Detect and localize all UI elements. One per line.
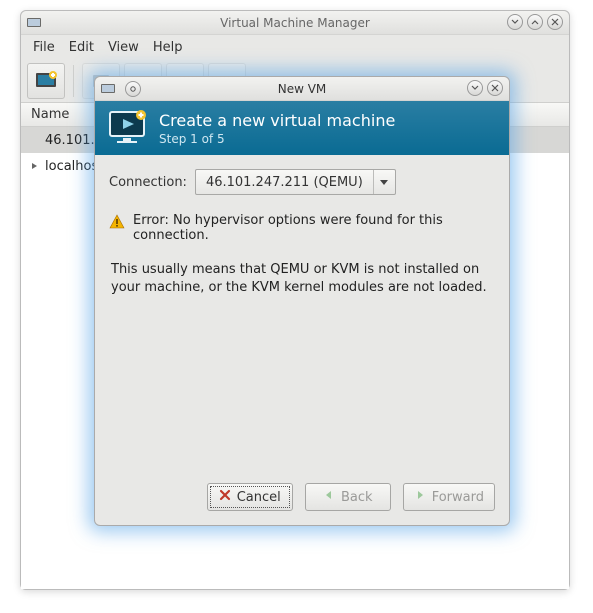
error-text: Error: No hypervisor options were found …	[133, 213, 495, 243]
back-arrow-icon	[323, 489, 335, 505]
app-icon	[101, 83, 115, 95]
main-titlebar: Virtual Machine Manager	[21, 11, 569, 35]
app-icon	[27, 17, 41, 29]
dialog-close-button[interactable]	[487, 80, 503, 96]
connection-label-text: Connection:	[109, 175, 187, 190]
connection-select[interactable]: 46.101.247.211 (QEMU)	[195, 169, 396, 195]
new-vm-dialog: New VM Create a new virtual machine	[94, 76, 510, 526]
wizard-header: Create a new virtual machine Step 1 of 5	[95, 101, 509, 155]
menu-file[interactable]: File	[27, 38, 61, 57]
dialog-actions: Cancel Back Forward	[95, 473, 509, 525]
dialog-minimize-button[interactable]	[467, 80, 483, 96]
back-label: Back	[341, 490, 373, 505]
monitor-icon	[107, 109, 149, 147]
menubar: File Edit View Help	[21, 35, 569, 59]
menu-edit[interactable]: Edit	[63, 38, 100, 57]
warning-icon	[109, 214, 125, 234]
back-button: Back	[305, 483, 391, 511]
dialog-body: Connection: 46.101.247.211 (QEMU) Error:…	[95, 155, 509, 473]
wizard-step: Step 1 of 5	[159, 132, 395, 146]
maximize-button[interactable]	[527, 14, 543, 30]
main-window-title: Virtual Machine Manager	[21, 16, 569, 30]
dialog-pin-button[interactable]	[125, 81, 141, 97]
dialog-title: New VM	[95, 82, 509, 96]
forward-button: Forward	[403, 483, 495, 511]
forward-arrow-icon	[414, 489, 426, 505]
new-vm-button[interactable]	[27, 63, 65, 99]
close-button[interactable]	[547, 14, 563, 30]
error-description: This usually means that QEMU or KVM is n…	[109, 261, 495, 296]
wizard-title: Create a new virtual machine	[159, 111, 395, 130]
chevron-down-icon[interactable]	[373, 170, 395, 194]
connection-select-value: 46.101.247.211 (QEMU)	[196, 175, 373, 190]
cancel-icon	[219, 489, 231, 505]
menu-help[interactable]: Help	[147, 38, 189, 57]
dialog-titlebar: New VM	[95, 77, 509, 101]
minimize-button[interactable]	[507, 14, 523, 30]
cancel-label: Cancel	[237, 490, 281, 505]
menu-view[interactable]: View	[102, 38, 145, 57]
forward-label: Forward	[432, 490, 484, 505]
expand-arrow-icon[interactable]	[31, 159, 41, 174]
toolbar-separator	[73, 65, 74, 97]
cancel-button[interactable]: Cancel	[207, 483, 293, 511]
